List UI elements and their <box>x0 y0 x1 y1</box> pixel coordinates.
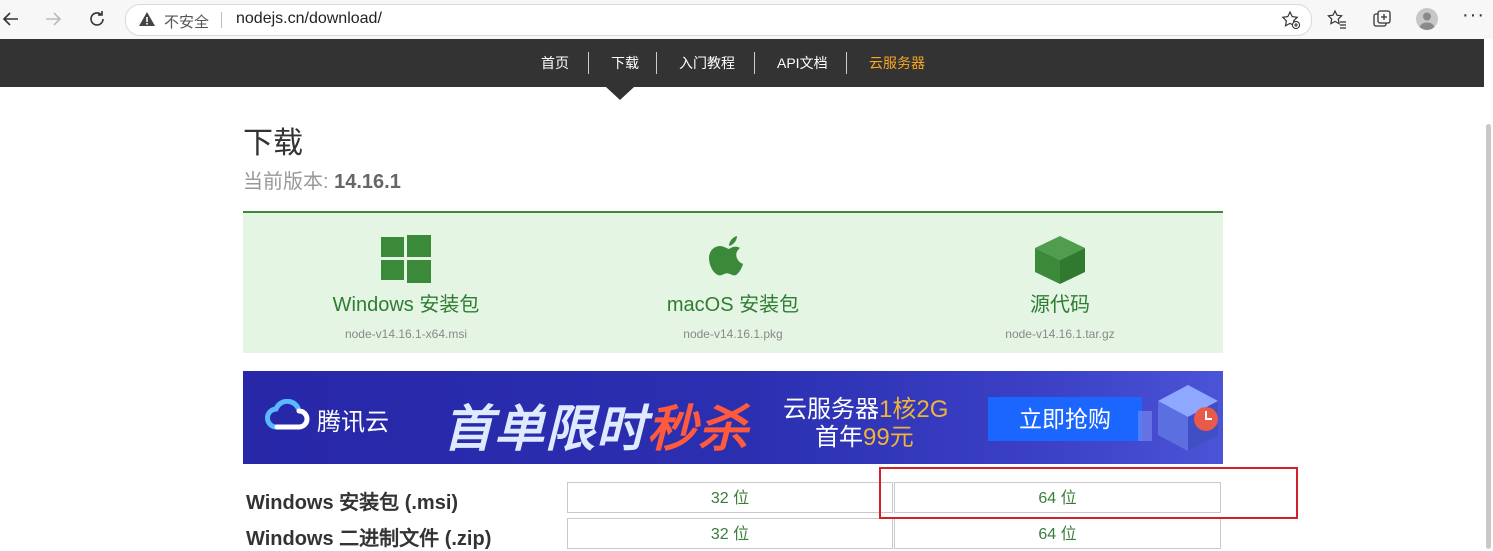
zip-64bit-link[interactable]: 64 位 <box>894 518 1221 549</box>
nav-divider <box>754 52 755 74</box>
box-icon[interactable] <box>1033 235 1087 285</box>
server-illustration-icon <box>1138 385 1218 451</box>
banner-brand: 腾讯云 <box>317 409 389 436</box>
offer-highlight: 99元 <box>863 424 914 451</box>
download-source[interactable]: 源代码 node-v14.16.1.tar.gz <box>897 213 1223 353</box>
download-filename: node-v14.16.1.tar.gz <box>1005 327 1115 341</box>
promo-highlight: 秒杀 <box>647 401 749 457</box>
page-title: 下载 <box>243 127 303 160</box>
row-label-msi: Windows 安装包 (.msi) <box>246 492 459 514</box>
nav-divider <box>656 52 657 74</box>
download-title[interactable]: macOS 安装包 <box>570 288 896 317</box>
buy-now-button[interactable]: 立即抢购 <box>988 397 1142 441</box>
insecure-label[interactable]: 不安全 <box>164 11 209 32</box>
url-text[interactable]: nodejs.cn/download/ <box>236 10 382 28</box>
forward-icon[interactable] <box>42 8 64 30</box>
zip-32bit-link[interactable]: 32 位 <box>567 518 893 549</box>
version-number: 14.16.1 <box>334 171 401 193</box>
version-label: 当前版本: <box>243 171 335 193</box>
active-nav-indicator <box>606 87 634 100</box>
browser-toolbar: 不安全 nodejs.cn/download/ ··· <box>0 0 1493 40</box>
tencent-cloud-logo-icon <box>265 399 310 430</box>
more-menu-icon[interactable]: ··· <box>1462 4 1485 27</box>
download-filename: node-v14.16.1.pkg <box>683 327 783 341</box>
download-filename: node-v14.16.1-x64.msi <box>344 327 468 341</box>
nav-item-tutorial[interactable]: 入门教程 <box>679 53 735 73</box>
scrollbar-thumb[interactable] <box>1486 124 1491 549</box>
row-label-zip: Windows 二进制文件 (.zip) <box>246 528 492 550</box>
download-macos[interactable]: macOS 安装包 node-v14.16.1.pkg <box>570 213 896 353</box>
add-favorite-icon[interactable] <box>1281 10 1301 30</box>
site-nav: 首页 下载 入门教程 API文档 云服务器 <box>0 39 1484 87</box>
banner-promo: 首单限时秒杀 <box>443 389 749 461</box>
download-title[interactable]: 源代码 <box>897 288 1223 317</box>
warning-icon[interactable] <box>138 10 156 28</box>
download-windows[interactable]: Windows 安装包 node-v14.16.1-x64.msi <box>243 213 569 353</box>
promo-main: 首单限时 <box>443 401 647 457</box>
nav-item-api-docs[interactable]: API文档 <box>777 53 828 73</box>
download-panel: Windows 安装包 node-v14.16.1-x64.msi macOS … <box>243 211 1223 353</box>
download-title[interactable]: Windows 安装包 <box>243 288 569 317</box>
refresh-icon[interactable] <box>86 8 108 30</box>
favorites-icon[interactable] <box>1326 8 1348 30</box>
address-separator <box>221 12 222 28</box>
back-icon[interactable] <box>0 8 22 30</box>
current-version: 当前版本: 14.16.1 <box>243 165 401 194</box>
nav-divider <box>588 52 589 74</box>
msi-32bit-link[interactable]: 32 位 <box>567 482 893 513</box>
offer-text: 首年 <box>815 424 863 451</box>
address-bar[interactable]: 不安全 nodejs.cn/download/ <box>125 4 1312 36</box>
nav-item-download[interactable]: 下载 <box>611 53 639 73</box>
nav-item-home[interactable]: 首页 <box>541 53 569 73</box>
windows-logo-icon[interactable] <box>381 235 431 283</box>
highlight-annotation-box <box>879 467 1298 519</box>
banner-offer-line2: 首年99元 <box>815 417 914 452</box>
profile-avatar-icon[interactable] <box>1416 8 1438 30</box>
nav-item-cloud-server[interactable]: 云服务器 <box>869 53 925 73</box>
collections-icon[interactable] <box>1371 8 1393 30</box>
ad-banner[interactable]: 腾讯云 首单限时秒杀 云服务器1核2G 首年99元 立即抢购 <box>243 371 1223 464</box>
apple-logo-icon[interactable] <box>708 235 750 283</box>
nav-divider <box>846 52 847 74</box>
